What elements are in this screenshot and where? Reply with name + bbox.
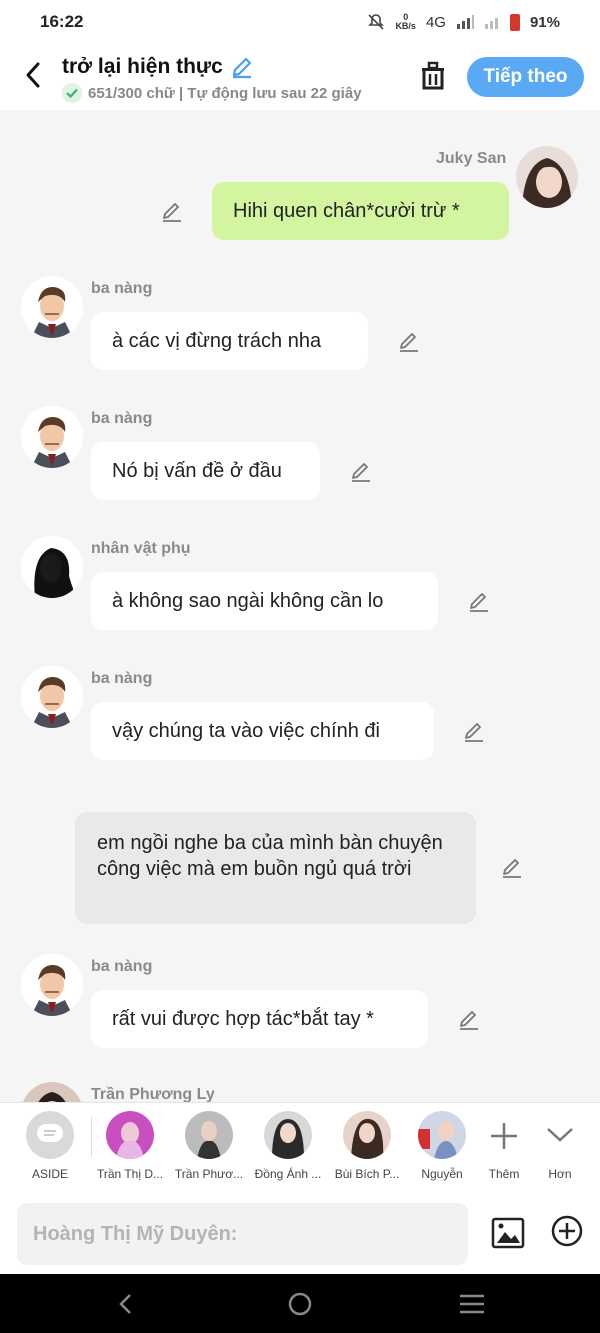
avatar — [418, 1111, 466, 1159]
nav-home-button[interactable] — [284, 1288, 316, 1320]
system-nav-bar — [0, 1274, 600, 1333]
network-speed: 0 KB/s — [395, 13, 416, 31]
pencil-icon[interactable] — [229, 54, 255, 80]
expand-characters-button[interactable]: Hơn — [522, 1111, 598, 1181]
sender-name: ba nàng — [91, 670, 153, 687]
character-item[interactable]: Trần Thị D... — [92, 1111, 168, 1181]
character-label: Trần Thị D... — [96, 1167, 164, 1181]
sender-name: ba nàng — [91, 280, 153, 297]
signal-icon-2 — [484, 18, 498, 29]
nav-menu-icon — [460, 1294, 484, 1314]
nav-menu-button[interactable] — [456, 1288, 488, 1320]
character-label: Bùi Bích P... — [334, 1167, 400, 1181]
nav-back-button[interactable] — [110, 1288, 142, 1320]
add-circle-icon — [551, 1215, 583, 1247]
nav-home-icon — [288, 1292, 312, 1316]
delete-button[interactable] — [418, 60, 448, 92]
status-time: 16:22 — [40, 12, 84, 31]
chevron-down-icon — [547, 1128, 573, 1142]
message-bubble[interactable]: vậy chúng ta vào việc chính đi — [91, 702, 434, 760]
signal-icon — [456, 15, 474, 29]
avatar[interactable] — [516, 146, 578, 208]
check-icon — [62, 83, 82, 103]
message-bubble[interactable]: Hihi quen chân*cười trừ * — [212, 182, 509, 240]
battery-level: 91% — [529, 13, 560, 31]
sender-name: nhân vật phụ — [91, 540, 191, 557]
insert-image-button[interactable] — [490, 1215, 526, 1251]
avatar[interactable] — [21, 666, 83, 728]
add-button[interactable] — [549, 1213, 585, 1249]
sender-name: ba nàng — [91, 410, 153, 427]
avatar — [343, 1111, 391, 1159]
character-label: ASIDE — [31, 1167, 68, 1181]
edit-icon[interactable] — [467, 590, 491, 614]
avatar[interactable] — [21, 276, 83, 338]
message-bubble[interactable]: Nó bị vấn đề ở đầu — [91, 442, 320, 500]
edit-icon[interactable] — [500, 856, 524, 880]
message-bubble[interactable]: à không sao ngài không cần lo — [91, 572, 438, 630]
sender-name: ba nàng — [91, 958, 153, 975]
character-label: Đồng Ánh ... — [254, 1167, 322, 1181]
story-title: trở lại hiện thực — [62, 55, 223, 78]
message-input[interactable] — [17, 1203, 468, 1265]
edit-icon[interactable] — [462, 720, 486, 744]
avatar — [185, 1111, 233, 1159]
edit-icon[interactable] — [457, 1008, 481, 1032]
narration-bubble[interactable]: em ngồi nghe ba của mình bàn chuyện công… — [75, 812, 476, 924]
word-count-autosave: 651/300 chữ | Tự động lưu sau 22 giây — [88, 84, 362, 102]
nav-back-icon — [119, 1294, 131, 1314]
header: trở lại hiện thực 651/300 chữ | Tự động … — [0, 44, 600, 110]
edit-icon[interactable] — [349, 460, 373, 484]
image-icon — [491, 1217, 525, 1249]
character-bar: ASIDE Trần Thị D... Trần Phươ... Đồng Án… — [0, 1102, 600, 1193]
aside-icon — [26, 1111, 74, 1159]
avatar — [264, 1111, 312, 1159]
character-item[interactable]: Đồng Ánh ... — [250, 1111, 326, 1181]
subtitle-row: 651/300 chữ | Tự động lưu sau 22 giây — [62, 83, 362, 103]
back-button[interactable] — [18, 60, 48, 90]
message-bubble[interactable]: à các vị đừng trách nha — [91, 312, 368, 370]
character-item[interactable]: Trần Phươ... — [171, 1111, 247, 1181]
status-bar: 16:22 0 KB/s 4G 91% — [0, 0, 600, 44]
expand-characters-label: Hơn — [548, 1167, 572, 1181]
title-row: trở lại hiện thực — [62, 54, 255, 80]
mute-icon — [368, 14, 385, 30]
character-label: Trần Phươ... — [174, 1167, 244, 1181]
message-bubble[interactable]: rất vui được hợp tác*bắt tay * — [91, 990, 428, 1048]
network-type: 4G — [425, 13, 446, 31]
avatar — [106, 1111, 154, 1159]
plus-icon — [491, 1123, 517, 1149]
network-speed-unit: KB/s — [395, 21, 416, 31]
status-icons: 0 KB/s 4G 91% — [367, 13, 560, 31]
character-item[interactable]: Bùi Bích P... — [329, 1111, 405, 1181]
next-button[interactable]: Tiếp theo — [467, 57, 584, 97]
avatar[interactable] — [21, 1082, 83, 1102]
edit-icon[interactable] — [160, 200, 184, 224]
edit-icon[interactable] — [397, 330, 421, 354]
avatar[interactable] — [21, 536, 83, 598]
character-aside[interactable]: ASIDE — [12, 1111, 88, 1181]
chat-area[interactable]: Juky San Hihi quen chân*cười trừ * ba nà… — [0, 110, 600, 1102]
input-row — [0, 1193, 600, 1274]
avatar[interactable] — [21, 954, 83, 1016]
sender-name: Trần Phương Ly — [91, 1086, 215, 1102]
avatar[interactable] — [21, 406, 83, 468]
trash-icon — [422, 61, 444, 90]
back-arrow-icon — [26, 62, 40, 88]
battery-icon — [509, 13, 520, 31]
sender-name: Juky San — [436, 150, 507, 167]
